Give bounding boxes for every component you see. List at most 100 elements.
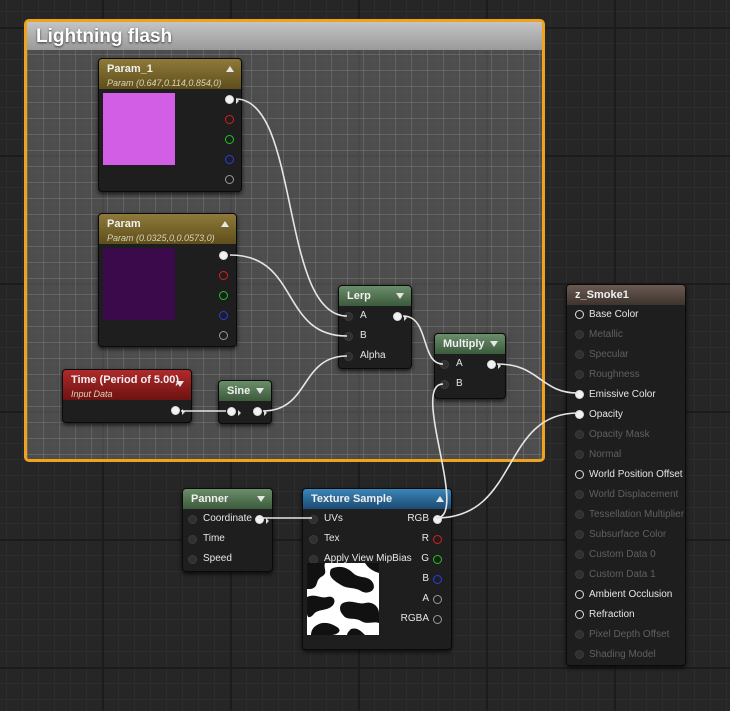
texture-b-output-pin[interactable] (433, 575, 442, 584)
param-rgba-output-pin[interactable] (219, 251, 228, 260)
panner-coordinate-input-pin[interactable] (188, 515, 197, 524)
collapse-arrow-icon[interactable] (256, 388, 264, 394)
material-normal-label: Normal (589, 449, 622, 460)
sine-input-pin[interactable] (227, 407, 236, 416)
texture-sample-node[interactable]: Texture Sample UVs Tex Apply View MipBia… (302, 488, 452, 650)
material-base-color-pin[interactable] (575, 310, 584, 319)
material-specular-label: Specular (589, 349, 629, 360)
param-g-output-pin[interactable] (219, 291, 228, 300)
multiply-a-label: A (456, 358, 463, 369)
param-1-header[interactable]: Param_1 Param (0.647,0.114,0.854,0) (99, 59, 241, 89)
param-color-swatch (103, 248, 175, 320)
texture-a-output-pin[interactable] (433, 595, 442, 604)
material-ambient-occlusion-pin[interactable] (575, 590, 584, 599)
material-result-node[interactable]: z_Smoke1 Base Color Metallic Specular Ro… (566, 284, 686, 666)
texture-rgba-output-pin[interactable] (433, 615, 442, 624)
multiply-b-input-pin[interactable] (440, 380, 449, 389)
collapse-arrow-icon[interactable] (221, 221, 229, 227)
param-1-subtitle: Param (0.647,0.114,0.854,0) (107, 78, 222, 88)
material-emissive-color-pin[interactable] (575, 390, 584, 399)
param-b-output-pin[interactable] (219, 311, 228, 320)
texture-g-label: G (421, 553, 429, 564)
multiply-header[interactable]: Multiply (435, 334, 505, 354)
pin-arrow-icon (182, 409, 185, 415)
texture-sample-header[interactable]: Texture Sample (303, 489, 451, 509)
lerp-b-input-pin[interactable] (344, 332, 353, 341)
panner-time-label: Time (203, 533, 225, 544)
texture-g-output-pin[interactable] (433, 555, 442, 564)
time-header[interactable]: Time (Period of 5.00) Input Data (63, 370, 191, 400)
material-refraction-pin[interactable] (575, 610, 584, 619)
collapse-arrow-icon[interactable] (436, 496, 444, 502)
param-r-output-pin[interactable] (219, 271, 228, 280)
param-1-rgba-output-pin[interactable] (225, 95, 234, 104)
param-1-a-output-pin[interactable] (225, 175, 234, 184)
param-1-node[interactable]: Param_1 Param (0.647,0.114,0.854,0) (98, 58, 242, 192)
material-tessellation-multiplier-pin[interactable] (575, 510, 584, 519)
lerp-output-pin[interactable] (393, 312, 402, 321)
panner-speed-label: Speed (203, 553, 232, 564)
multiply-output-pin[interactable] (487, 360, 496, 369)
lerp-a-input-pin[interactable] (344, 312, 353, 321)
texture-tex-input-pin[interactable] (309, 535, 318, 544)
material-metallic-pin[interactable] (575, 330, 584, 339)
panner-coordinate-label: Coordinate (203, 513, 252, 524)
lerp-alpha-input-pin[interactable] (344, 352, 353, 361)
material-metallic-label: Metallic (589, 329, 623, 340)
param-a-output-pin[interactable] (219, 331, 228, 340)
panner-speed-input-pin[interactable] (188, 555, 197, 564)
panner-header[interactable]: Panner (183, 489, 272, 509)
material-custom-data-0-pin[interactable] (575, 550, 584, 559)
material-roughness-pin[interactable] (575, 370, 584, 379)
collapse-arrow-icon[interactable] (226, 66, 234, 72)
material-opacity-pin[interactable] (575, 410, 584, 419)
lerp-node[interactable]: Lerp A B Alpha (338, 285, 412, 369)
texture-uvs-label: UVs (324, 513, 343, 524)
texture-uvs-input-pin[interactable] (309, 515, 318, 524)
collapse-arrow-icon[interactable] (396, 293, 404, 299)
texture-sample-title: Texture Sample (311, 493, 393, 505)
time-output-pin[interactable] (171, 406, 180, 415)
collapse-arrow-icon[interactable] (176, 381, 184, 387)
texture-rgb-label: RGB (407, 513, 429, 524)
material-world-position-offset-pin[interactable] (575, 470, 584, 479)
material-title: z_Smoke1 (575, 289, 629, 301)
material-pixel-depth-offset-pin[interactable] (575, 630, 584, 639)
material-emissive-color-label: Emissive Color (589, 389, 656, 400)
multiply-node[interactable]: Multiply A B (434, 333, 506, 399)
comment-title[interactable]: Lightning flash (27, 22, 542, 50)
param-1-g-output-pin[interactable] (225, 135, 234, 144)
material-roughness-label: Roughness (589, 369, 640, 380)
panner-output-pin[interactable] (255, 515, 264, 524)
material-specular-pin[interactable] (575, 350, 584, 359)
sine-node[interactable]: Sine (218, 380, 272, 424)
material-subsurface-color-pin[interactable] (575, 530, 584, 539)
material-base-color-label: Base Color (589, 309, 639, 320)
param-node[interactable]: Param Param (0.0325,0,0.0573,0) (98, 213, 237, 347)
collapse-arrow-icon[interactable] (490, 341, 498, 347)
material-world-displacement-pin[interactable] (575, 490, 584, 499)
param-header[interactable]: Param Param (0.0325,0,0.0573,0) (99, 214, 236, 244)
collapse-arrow-icon[interactable] (257, 496, 265, 502)
material-header[interactable]: z_Smoke1 (567, 285, 685, 305)
texture-r-output-pin[interactable] (433, 535, 442, 544)
material-custom-data-1-pin[interactable] (575, 570, 584, 579)
param-1-b-output-pin[interactable] (225, 155, 234, 164)
lerp-header[interactable]: Lerp (339, 286, 411, 306)
multiply-a-input-pin[interactable] (440, 360, 449, 369)
panner-time-input-pin[interactable] (188, 535, 197, 544)
multiply-title: Multiply (443, 338, 485, 350)
panner-node[interactable]: Panner Coordinate Time Speed (182, 488, 273, 572)
material-world-position-offset-label: World Position Offset (589, 469, 683, 480)
material-refraction-label: Refraction (589, 609, 635, 620)
param-1-r-output-pin[interactable] (225, 115, 234, 124)
sine-header[interactable]: Sine (219, 381, 271, 401)
material-opacity-mask-pin[interactable] (575, 430, 584, 439)
material-normal-pin[interactable] (575, 450, 584, 459)
material-tessellation-multiplier-label: Tessellation Multiplier (589, 509, 685, 520)
sine-output-pin[interactable] (253, 407, 262, 416)
texture-rgb-output-pin[interactable] (433, 515, 442, 524)
material-shading-model-pin[interactable] (575, 650, 584, 659)
param-1-color-swatch (103, 93, 175, 165)
time-node[interactable]: Time (Period of 5.00) Input Data (62, 369, 192, 423)
